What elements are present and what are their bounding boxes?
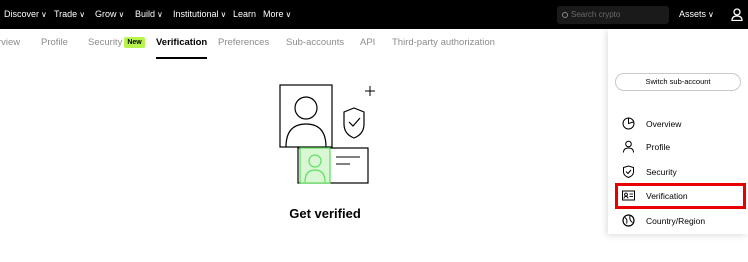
new-badge: New (124, 37, 145, 48)
chevron-down-icon: ∨ (118, 10, 125, 19)
tab-preferences[interactable]: Preferences (218, 29, 269, 59)
person-icon (623, 140, 634, 153)
search-placeholder: Search crypto (571, 10, 621, 19)
account-dropdown-panel: Switch sub-account Overview Profile Secu… (608, 29, 748, 234)
chevron-down-icon: ∨ (157, 10, 163, 19)
menu-item-security[interactable]: Security (618, 162, 743, 182)
tab-overview[interactable]: rview (0, 29, 20, 59)
chevron-down-icon: ∨ (708, 10, 714, 19)
tab-api[interactable]: API (360, 29, 375, 59)
nav-institutional[interactable]: Institutional ∨ (173, 0, 226, 29)
chevron-down-icon: ∨ (285, 10, 292, 19)
identity-verification-illustration (279, 84, 375, 184)
nav-build[interactable]: Build ∨ (135, 0, 163, 29)
page-title: Get verified (289, 206, 361, 221)
menu-item-profile-label: Profile (646, 142, 671, 152)
menu-item-verification[interactable]: Verification (615, 183, 746, 209)
pie-chart-icon (622, 117, 635, 130)
nav-institutional-label: Institutional (173, 9, 219, 19)
globe-icon (622, 214, 635, 227)
nav-build-label: Build (135, 9, 156, 19)
nav-grow-label: Grow (95, 9, 117, 19)
nav-learn[interactable]: Learn (233, 0, 256, 29)
tab-sub-accounts[interactable]: Sub-accounts (286, 29, 344, 59)
search-input[interactable]: Search crypto (557, 6, 669, 24)
nav-learn-label: Learn (233, 9, 257, 19)
menu-item-country-region-label: Country/Region (646, 216, 706, 226)
menu-item-country-region[interactable]: Country/Region (618, 211, 743, 231)
nav-discover-label: Discover (4, 9, 40, 19)
account-tabs: rview Profile Security New Verification P… (0, 29, 610, 59)
switch-sub-account-button[interactable]: Switch sub-account (615, 73, 741, 91)
menu-item-verification-label: Verification (646, 191, 688, 201)
shield-icon (623, 165, 634, 178)
menu-item-overview[interactable]: Overview (618, 114, 743, 134)
id-card-icon (622, 190, 635, 201)
tab-third-party-authorization[interactable]: Third-party authorization (392, 29, 495, 59)
nav-trade[interactable]: Trade ∨ (54, 0, 85, 29)
nav-trade-label: Trade (54, 9, 78, 19)
user-account-icon[interactable] (731, 8, 743, 21)
chevron-down-icon: ∨ (79, 10, 86, 19)
tab-security-label: Security (88, 37, 123, 48)
nav-grow[interactable]: Grow ∨ (95, 0, 124, 29)
menu-item-security-label: Security (646, 167, 677, 177)
tab-security[interactable]: Security New (88, 29, 145, 59)
tab-verification[interactable]: Verification (156, 29, 208, 59)
nav-more-label: More (263, 9, 284, 19)
nav-discover[interactable]: Discover ∨ (4, 0, 47, 29)
top-nav-bar: Discover ∨ Trade ∨ Grow ∨ Build ∨ Institutio… (0, 0, 748, 29)
menu-item-profile[interactable]: Profile (618, 137, 743, 157)
chevron-down-icon: ∨ (220, 10, 227, 19)
assets-label: Assets (679, 9, 707, 19)
nav-more[interactable]: More ∨ (263, 0, 291, 29)
search-icon (562, 12, 568, 18)
chevron-down-icon: ∨ (41, 10, 47, 19)
menu-item-overview-label: Overview (646, 119, 682, 129)
assets-menu[interactable]: Assets ∨ (679, 0, 714, 29)
tab-profile[interactable]: Profile (41, 29, 68, 59)
